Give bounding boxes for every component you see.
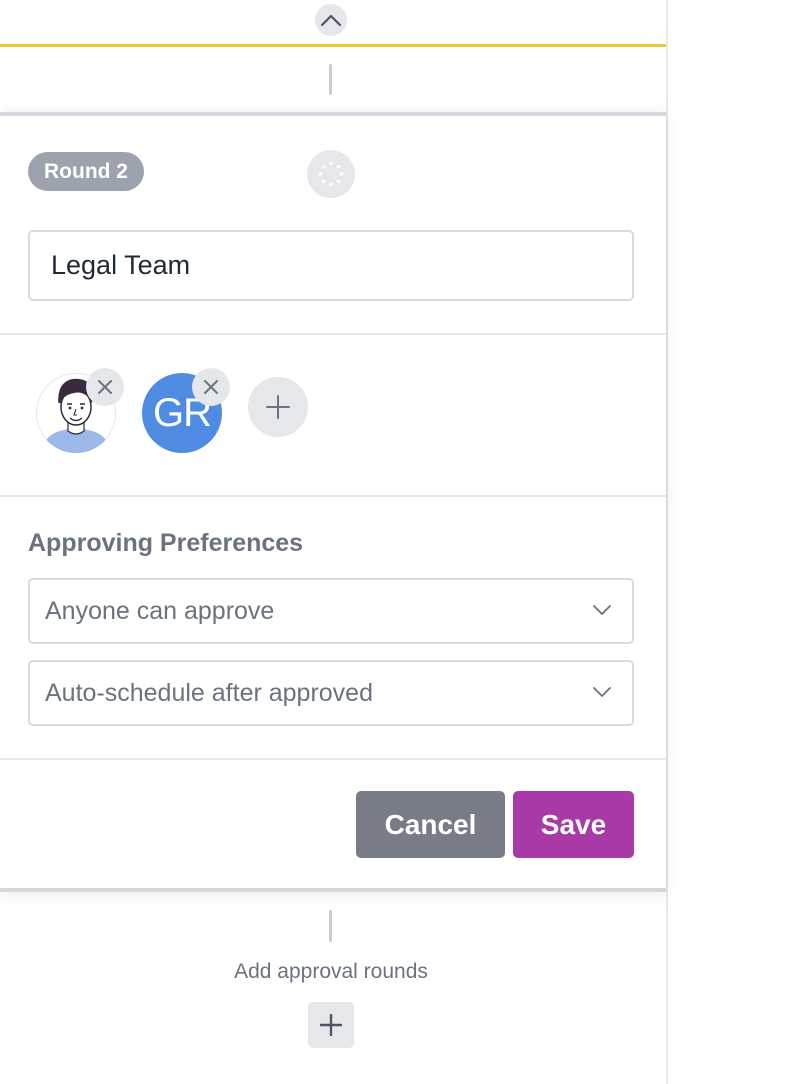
plus-icon [266,395,290,419]
round-badge: Round 2 [28,152,144,191]
approval-rounds-panel: Round 2 Legal Team GR Approving Preferen… [0,0,668,1084]
spinner-icon [318,161,344,187]
plus-icon [320,1014,342,1036]
schedule-mode-value: Auto-schedule after approved [45,679,373,707]
remove-member-button[interactable] [86,368,124,406]
previous-round-accent-line [0,44,666,47]
approval-mode-select[interactable]: Anyone can approve [28,578,634,644]
approving-preferences-title: Approving Preferences [28,529,304,557]
close-icon [98,380,112,394]
section-divider [0,333,666,335]
loading-spinner [307,150,355,198]
schedule-mode-select[interactable]: Auto-schedule after approved [28,660,634,726]
chevron-down-icon [593,605,611,615]
round-connector [329,64,332,95]
close-icon [204,380,218,394]
collapse-button[interactable] [315,4,347,36]
add-member-button[interactable] [248,377,308,437]
save-button[interactable]: Save [513,791,634,858]
remove-member-button[interactable] [192,368,230,406]
chevron-up-icon [320,14,342,27]
chevron-down-icon [593,687,611,697]
round-name-input[interactable] [28,230,634,301]
approval-mode-value: Anyone can approve [45,597,275,625]
cancel-button[interactable]: Cancel [356,791,505,858]
round-connector [329,910,332,942]
section-divider [0,758,666,760]
section-divider [0,495,666,497]
add-approval-rounds-label: Add approval rounds [234,960,428,983]
add-round-button[interactable] [308,1002,354,1048]
round-card: Round 2 Legal Team GR Approving Preferen… [0,112,666,892]
